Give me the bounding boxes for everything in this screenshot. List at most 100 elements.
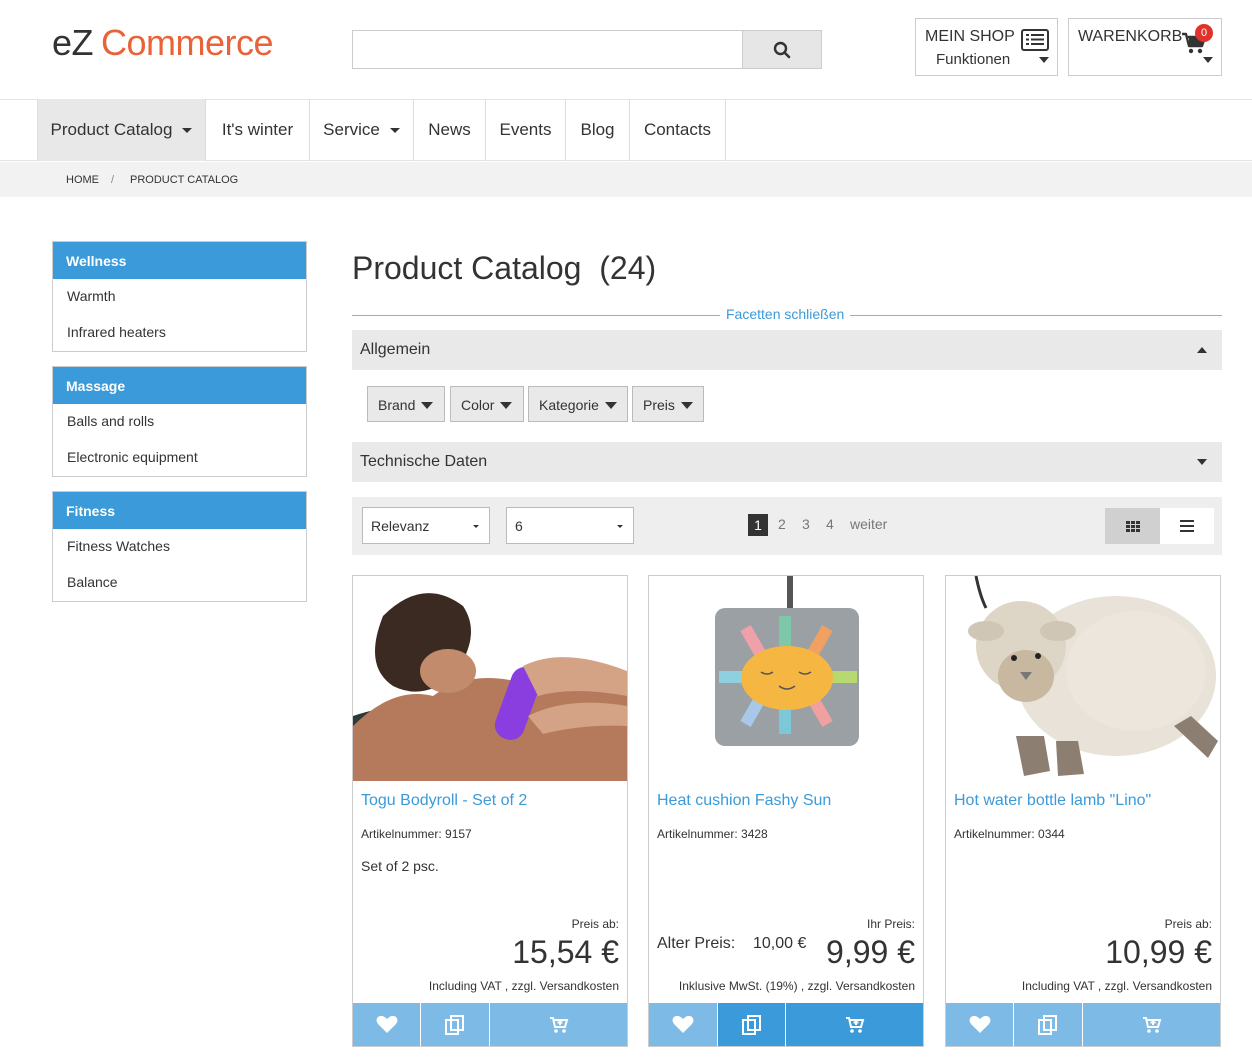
compare-icon xyxy=(445,1014,464,1035)
compare-button[interactable] xyxy=(1014,1003,1083,1046)
logo-ez: eZ xyxy=(52,22,94,63)
product-name-link[interactable]: Heat cushion Fashy Sun xyxy=(657,792,831,810)
add-to-cart-button[interactable] xyxy=(1083,1003,1220,1046)
grid-icon xyxy=(1125,520,1140,532)
product-card: Togu Bodyroll - Set of 2 Artikelnummer: … xyxy=(352,575,628,1047)
add-to-cart-button[interactable] xyxy=(490,1003,627,1046)
grid-view-button[interactable] xyxy=(1105,508,1160,544)
compare-icon xyxy=(741,1014,761,1035)
sidebar-heading[interactable]: Massage xyxy=(53,367,306,404)
product-description: Set of 2 psc. xyxy=(361,858,439,874)
nav-item-contacts[interactable]: Contacts xyxy=(630,99,726,161)
cart-add-icon xyxy=(549,1016,568,1033)
page-1[interactable]: 1 xyxy=(748,514,768,536)
cart-menu[interactable]: WARENKORB 0 xyxy=(1068,18,1222,76)
search-button[interactable] xyxy=(742,30,822,69)
heart-icon xyxy=(376,1015,397,1033)
caret-down-icon xyxy=(182,127,193,133)
sidebar-link[interactable]: Balance xyxy=(53,565,306,601)
compare-button[interactable] xyxy=(718,1003,786,1046)
cart-count-badge: 0 xyxy=(1195,24,1213,42)
nav-item-label: Events xyxy=(499,120,552,139)
chevron-down-icon xyxy=(1203,57,1213,63)
caret-down-icon xyxy=(389,127,400,133)
sidebar-heading[interactable]: Fitness xyxy=(53,492,306,529)
accordion-general[interactable]: Allgemein xyxy=(352,330,1222,370)
sidebar-link[interactable]: Warmth xyxy=(53,279,306,315)
price-label: Preis ab: xyxy=(1164,917,1212,931)
my-shop-menu[interactable]: MEIN SHOP Funktionen xyxy=(915,18,1058,76)
wishlist-button[interactable] xyxy=(649,1003,718,1046)
filter-preis[interactable]: Preis xyxy=(632,386,704,422)
next-page-link[interactable]: weiter xyxy=(850,516,887,532)
sidebar-heading[interactable]: Wellness xyxy=(53,242,306,279)
caret-down-icon xyxy=(1197,459,1207,465)
nav-item-news[interactable]: News xyxy=(414,99,486,161)
product-image[interactable] xyxy=(649,576,923,781)
nav-item-label: News xyxy=(428,120,471,139)
add-to-cart-button[interactable] xyxy=(786,1003,923,1046)
product-photo-sun-cushion xyxy=(649,576,923,781)
main-nav: Product Catalog It's winter Service News… xyxy=(0,99,1252,161)
sidebar-group-wellness: Wellness Warmth Infrared heaters xyxy=(52,241,307,352)
nav-item-service[interactable]: Service xyxy=(310,99,414,161)
accordion-label: Allgemein xyxy=(360,341,431,358)
breadcrumb-home[interactable]: HOME xyxy=(66,174,99,186)
product-photo-massage xyxy=(353,576,627,781)
sidebar-link[interactable]: Electronic equipment xyxy=(53,440,306,476)
listing-toolbar: Relevanz 6 1 2 3 4 weiter xyxy=(352,497,1222,555)
close-facets-link[interactable]: Facetten schließen xyxy=(720,306,851,322)
per-page-select[interactable]: 6 xyxy=(506,507,634,544)
product-price: 9,99 € xyxy=(826,934,915,970)
heart-icon xyxy=(672,1015,694,1033)
old-price-label: Alter Preis: xyxy=(657,935,736,952)
sidebar-link[interactable]: Infrared heaters xyxy=(53,315,306,351)
nav-item-its-winter[interactable]: It's winter xyxy=(206,99,310,161)
compare-button[interactable] xyxy=(421,1003,490,1046)
product-sku: Artikelnummer: 9157 xyxy=(361,827,472,841)
caret-down-icon xyxy=(473,525,479,528)
filter-color[interactable]: Color xyxy=(450,386,524,422)
list-icon xyxy=(1021,29,1049,51)
search-input[interactable] xyxy=(352,30,744,69)
sidebar-group-massage: Massage Balls and rolls Electronic equip… xyxy=(52,366,307,477)
sort-select[interactable]: Relevanz xyxy=(362,507,490,544)
product-price: 15,54 € xyxy=(512,934,619,970)
nav-item-blog[interactable]: Blog xyxy=(566,99,630,161)
product-image[interactable] xyxy=(946,576,1220,781)
filter-label: Brand xyxy=(378,397,416,413)
caret-down-icon xyxy=(421,402,434,409)
cart-title: WARENKORB xyxy=(1078,28,1183,45)
breadcrumb-current: PRODUCT CATALOG xyxy=(130,174,239,186)
accordion-technical[interactable]: Technische Daten xyxy=(352,442,1222,482)
product-name-link[interactable]: Togu Bodyroll - Set of 2 xyxy=(361,792,527,810)
wishlist-button[interactable] xyxy=(353,1003,421,1046)
page-title: Product Catalog (24) xyxy=(352,250,656,287)
product-name-link[interactable]: Hot water bottle lamb "Lino" xyxy=(954,792,1151,810)
page-2[interactable]: 2 xyxy=(778,516,786,532)
site-logo[interactable]: eZ Commerce xyxy=(52,22,274,64)
sidebar-link[interactable]: Fitness Watches xyxy=(53,529,306,565)
filter-brand[interactable]: Brand xyxy=(367,386,445,422)
nav-item-product-catalog[interactable]: Product Catalog xyxy=(37,99,206,161)
sidebar-link[interactable]: Balls and rolls xyxy=(53,404,306,440)
product-card: Hot water bottle lamb "Lino" Artikelnumm… xyxy=(945,575,1221,1047)
page-4[interactable]: 4 xyxy=(826,516,834,532)
nav-item-label: It's winter xyxy=(221,120,294,139)
page-3[interactable]: 3 xyxy=(802,516,810,532)
caret-down-icon xyxy=(500,402,513,409)
caret-down-icon xyxy=(680,402,693,409)
sort-value: Relevanz xyxy=(371,518,430,534)
caret-down-icon xyxy=(617,525,623,528)
product-image[interactable] xyxy=(353,576,627,781)
filter-label: Color xyxy=(461,397,495,413)
wishlist-button[interactable] xyxy=(946,1003,1014,1046)
nav-item-events[interactable]: Events xyxy=(486,99,566,161)
filter-kategorie[interactable]: Kategorie xyxy=(528,386,628,422)
list-view-button[interactable] xyxy=(1160,508,1214,544)
product-card: Heat cushion Fashy Sun Artikelnummer: 34… xyxy=(648,575,924,1047)
vat-note: Including VAT , zzgl. Versandkosten xyxy=(1021,979,1212,993)
nav-item-label: Contacts xyxy=(643,120,712,139)
product-actions xyxy=(946,1003,1220,1046)
result-count: (24) xyxy=(599,250,657,286)
